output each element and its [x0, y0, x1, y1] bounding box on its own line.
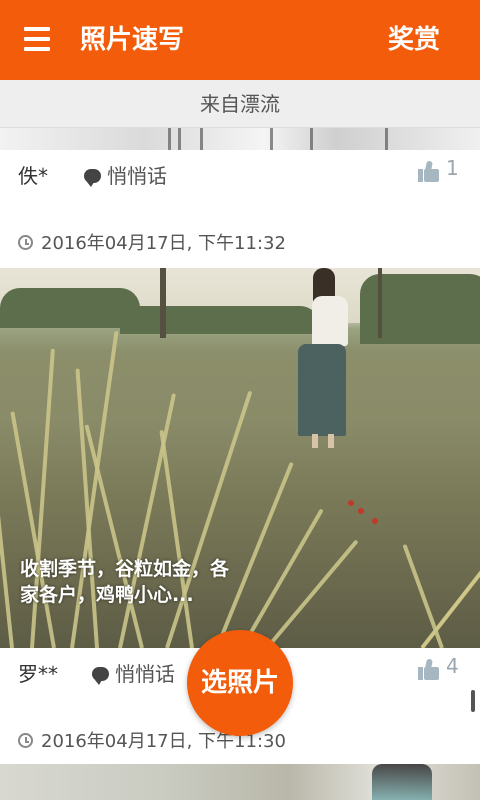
post-username[interactable]: 罗**	[18, 658, 58, 687]
clock-icon	[18, 732, 33, 748]
chat-bubble-icon	[84, 168, 101, 187]
hamburger-menu-icon[interactable]	[24, 27, 50, 51]
post-photo[interactable]: 收割季节，谷粒如金，各家各户，鸡鸭小心...	[0, 268, 480, 648]
thumbs-up-icon	[418, 658, 440, 680]
like-button[interactable]: 4	[418, 654, 459, 684]
app-bar: 照片速写 奖赏	[0, 0, 480, 80]
whisper-button[interactable]: 悄悄话	[92, 658, 175, 687]
next-photo-strip[interactable]	[0, 764, 480, 800]
clock-icon	[18, 234, 33, 250]
post-username[interactable]: 佚*	[18, 160, 48, 189]
select-photo-button[interactable]: 选照片	[187, 630, 293, 736]
like-count: 4	[446, 654, 459, 678]
app-title: 照片速写	[80, 25, 185, 55]
scrollbar-thumb[interactable]	[471, 690, 475, 712]
reward-button[interactable]: 奖赏	[388, 22, 440, 58]
whisper-label: 悄悄话	[115, 662, 175, 686]
previous-photo-strip[interactable]	[0, 128, 480, 150]
source-label: 来自漂流	[0, 80, 480, 128]
post-header: 佚* 悄悄话 1	[0, 150, 480, 196]
photo-caption: 收割季节，谷粒如金，各家各户，鸡鸭小心...	[20, 558, 230, 606]
whisper-button[interactable]: 悄悄话	[84, 160, 167, 189]
thumbs-up-icon	[418, 160, 440, 182]
timestamp-text: 2016年04月17日, 下午11:32	[41, 233, 286, 254]
like-button[interactable]: 1	[418, 156, 459, 186]
chat-bubble-icon	[92, 666, 109, 685]
like-count: 1	[446, 156, 459, 180]
whisper-label: 悄悄话	[107, 164, 167, 188]
post-timestamp: 2016年04月17日, 下午11:32	[18, 229, 286, 259]
